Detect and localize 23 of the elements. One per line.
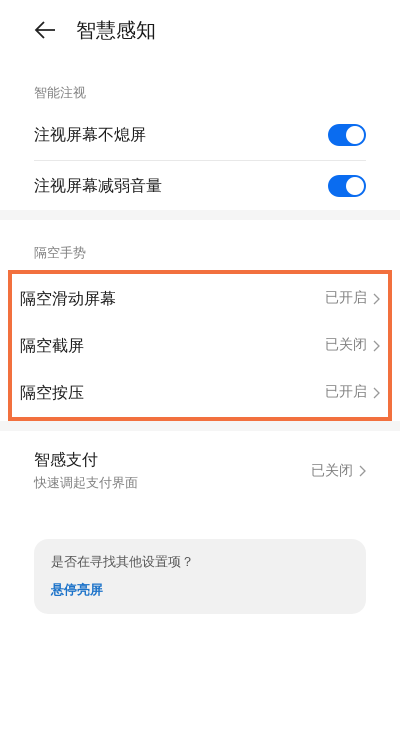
status-value: 已关闭 xyxy=(325,336,367,355)
setting-label: 隔空截屏 xyxy=(20,334,84,356)
page-title: 智慧感知 xyxy=(76,17,156,44)
toggle-switch[interactable] xyxy=(328,174,366,196)
status-value: 已开启 xyxy=(325,289,367,308)
status-value: 已开启 xyxy=(325,383,367,402)
chevron-right-icon xyxy=(373,386,380,398)
suggestion-link[interactable]: 悬停亮屏 xyxy=(51,580,103,600)
section-header: 智能注视 xyxy=(34,86,86,101)
section-header: 隔空手势 xyxy=(34,246,86,261)
chevron-right-icon xyxy=(359,465,366,477)
suggestion-question: 是否在寻找其他设置项？ xyxy=(51,554,195,572)
setting-label: 注视屏幕不熄屏 xyxy=(34,124,146,146)
status-value: 已关闭 xyxy=(311,462,353,480)
setting-label: 隔空按压 xyxy=(20,382,84,404)
setting-label: 隔空滑动屏幕 xyxy=(20,288,116,310)
chevron-right-icon xyxy=(373,292,380,304)
setting-description: 快速调起支付界面 xyxy=(34,475,138,494)
setting-label: 智感支付 xyxy=(34,449,99,472)
chevron-right-icon xyxy=(373,340,380,352)
toggle-switch[interactable] xyxy=(328,124,366,146)
setting-label: 注视屏幕减弱音量 xyxy=(34,174,162,196)
back-arrow-icon[interactable] xyxy=(34,21,56,39)
